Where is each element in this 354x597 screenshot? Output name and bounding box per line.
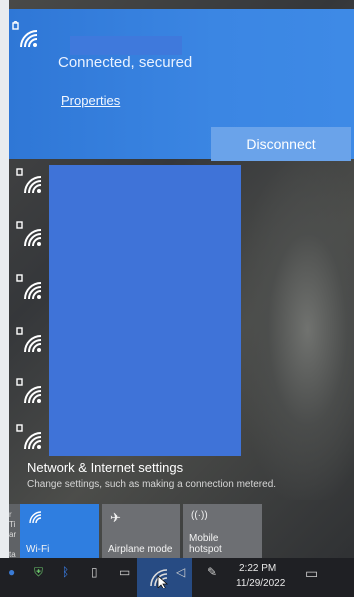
clock-date[interactable]: 11/29/2022 [236,578,285,589]
mobile-hotspot-tile[interactable]: ((·)) Mobile hotspot [183,504,262,558]
network-list-item[interactable] [9,216,53,256]
secured-wifi-icon [16,168,42,194]
network-name-redaction [70,36,182,55]
secured-wifi-icon [12,21,38,48]
secured-wifi-icon [16,327,42,353]
screen-glare [238,160,354,500]
disconnect-button[interactable]: Disconnect [211,127,351,161]
wifi-tile-label: Wi-Fi [26,544,50,555]
pen-icon[interactable]: ▯ [91,565,98,579]
hotspot-tile-label: Mobile hotspot [189,533,222,555]
notification-icon[interactable]: ▭ [305,565,318,582]
network-settings-description: Change settings, such as making a connec… [27,479,277,490]
pen-ink-icon[interactable]: ✎ [207,565,217,579]
network-list-item[interactable] [9,419,53,459]
wifi-toggle-tile[interactable]: Wi-Fi [20,504,99,558]
network-tray-icon[interactable] [148,566,170,588]
cut-off-tile-label: r Ti ar ta [9,510,17,559]
volume-icon[interactable]: ◁ [176,565,185,579]
bluetooth-icon[interactable]: ᛒ [62,565,69,579]
network-list-item[interactable] [9,322,53,362]
tray-app-icon[interactable]: ● [8,565,15,579]
wifi-icon [29,511,42,524]
connection-status: Connected, secured [58,54,193,71]
security-shield-icon[interactable]: ⛨ [34,565,43,580]
airplane-tile-label: Airplane mode [108,544,173,555]
screen-bezel [0,0,9,597]
airplane-mode-tile[interactable]: ✈ Airplane mode [102,504,180,558]
secured-wifi-icon [16,221,42,247]
properties-link[interactable]: Properties [61,93,120,108]
network-list-item[interactable] [9,373,53,413]
network-internet-settings-link[interactable]: Network & Internet settings [27,460,183,475]
secured-wifi-icon [16,424,42,450]
clock-time[interactable]: 2:22 PM [239,563,276,574]
hotspot-icon: ((·)) [191,510,208,521]
secured-wifi-icon [16,378,42,404]
battery-icon[interactable]: ▭ [119,565,130,579]
network-list-item[interactable] [9,163,53,203]
connected-network-panel[interactable]: Connected, secured Properties Disconnect [9,9,354,161]
secured-wifi-icon [16,274,42,300]
airplane-icon: ✈ [110,510,121,525]
network-list-item[interactable] [9,269,53,309]
network-names-redaction [49,165,241,456]
